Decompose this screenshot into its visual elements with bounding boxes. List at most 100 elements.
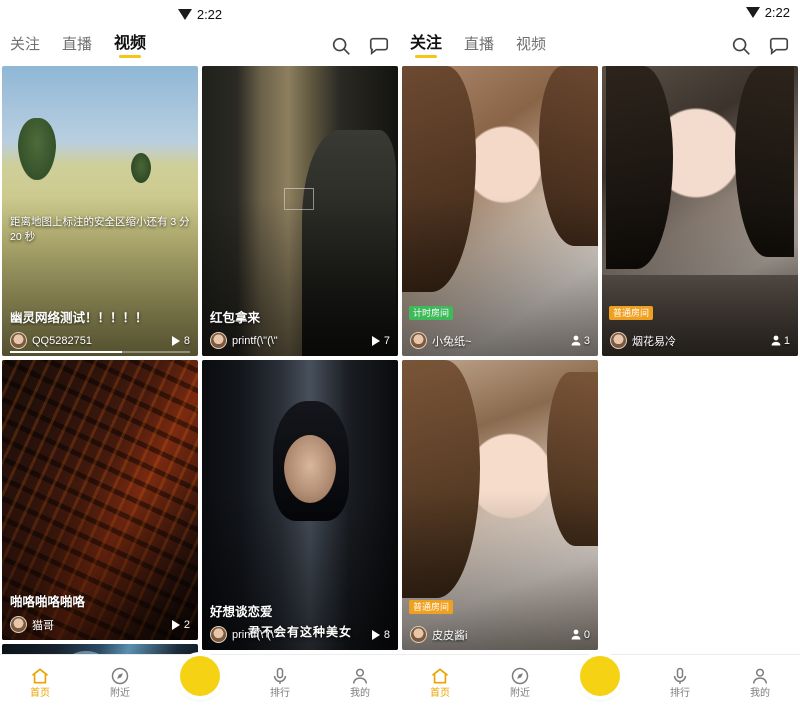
viewer-count-value: 3: [583, 334, 590, 347]
tab-follow-left[interactable]: 关注: [10, 37, 40, 58]
bottom-item-home[interactable]: 首页: [400, 666, 480, 699]
avatar: [410, 626, 427, 643]
card-subtitle: 距离地图上标注的安全区缩小还有 3 分 20 秒: [10, 216, 190, 243]
card-title: 好想谈恋爱: [210, 605, 273, 619]
avatar: [210, 626, 227, 643]
right-phone-screen: 2:22 关注 直播 视频 计时房间 小兔纸~ 3 普通房间 皮皮酱i 0 普通…: [400, 0, 800, 710]
left-phone-screen: 2:22 关注 直播 视频 距离地图上标注的安全区缩小还有 3 分 20 秒 幽…: [0, 0, 400, 710]
viewer-count-value: 1: [783, 334, 790, 347]
bottom-nav-right[interactable]: 首页 附近 排行 我的: [400, 654, 800, 710]
user-name: printf(\"(\": [232, 334, 278, 347]
video-feed-left[interactable]: 距离地图上标注的安全区缩小还有 3 分 20 秒 幽灵网络测试！！！！！ QQ5…: [0, 66, 400, 710]
user-name: 烟花易冷: [632, 335, 676, 348]
bottom-item-label: 我的: [350, 688, 370, 699]
user-name: 皮皮酱i: [432, 629, 468, 642]
viewer-icon: [571, 335, 581, 346]
live-feed-right[interactable]: 计时房间 小兔纸~ 3 普通房间 皮皮酱i 0 普通房间 烟花易冷 1: [400, 66, 800, 710]
card-user[interactable]: 小兔纸~: [410, 332, 471, 349]
bottom-item-rank[interactable]: 排行: [640, 666, 720, 699]
video-card-drama[interactable]: 好想谈恋爱 君不会有这种美女 printf(\"(\" 8: [202, 360, 398, 650]
tab-live-right[interactable]: 直播: [464, 37, 494, 58]
message-icon[interactable]: [368, 35, 390, 57]
triangle-down-icon: [177, 8, 192, 20]
card-footer: QQ5282751 8: [10, 332, 190, 349]
feed-grid-right: 计时房间 小兔纸~ 3 普通房间 皮皮酱i 0 普通房间 烟花易冷 1: [400, 66, 800, 650]
card-user[interactable]: printf(\"(\": [210, 332, 278, 349]
play-count-value: 7: [383, 334, 390, 347]
user-name: QQ5282751: [32, 334, 92, 347]
live-card-pipijiang[interactable]: 普通房间 皮皮酱i 0: [402, 360, 598, 650]
feed-column-1: 计时房间 小兔纸~ 3 普通房间 皮皮酱i 0: [402, 66, 598, 650]
play-count: 7: [371, 335, 390, 347]
bottom-item-nearby[interactable]: 附近: [480, 666, 560, 699]
top-nav-right: 关注 直播 视频: [400, 28, 800, 66]
play-count: 8: [371, 629, 390, 641]
microphone-icon: [673, 667, 687, 684]
viewer-icon: [771, 335, 781, 346]
card-title: 红包拿来: [210, 311, 261, 325]
home-icon: [31, 668, 49, 684]
card-user[interactable]: QQ5282751: [10, 332, 92, 349]
bottom-item-label: 我的: [750, 688, 770, 699]
play-icon: [171, 335, 180, 346]
search-icon[interactable]: [730, 35, 752, 57]
nav-actions-right: [730, 35, 790, 57]
person-icon: [753, 668, 767, 684]
tab-video-right[interactable]: 视频: [516, 37, 546, 58]
status-bar-left: 2:22: [0, 0, 400, 28]
play-count: 8: [171, 335, 190, 347]
video-card-door[interactable]: 红包拿来 printf(\"(\" 7: [202, 66, 398, 356]
user-name: printf(\"(\": [232, 628, 278, 641]
viewer-count-value: 0: [583, 628, 590, 641]
bottom-item-mine[interactable]: 我的: [320, 666, 400, 699]
live-card-yanhuayileng[interactable]: 普通房间 烟花易冷 1: [602, 66, 798, 356]
avatar: [610, 332, 627, 349]
tab-live-left[interactable]: 直播: [62, 37, 92, 58]
search-icon[interactable]: [330, 35, 352, 57]
nav-tabs-right: 关注 直播 视频: [410, 36, 546, 58]
bottom-item-rank[interactable]: 排行: [240, 666, 320, 699]
tab-video-left[interactable]: 视频: [114, 36, 146, 58]
status-right-group: 2:22: [745, 5, 790, 20]
bottom-item-record[interactable]: [560, 655, 640, 696]
bottom-item-nearby[interactable]: 附近: [80, 666, 160, 699]
card-title: 幽灵网络测试！！！！！: [10, 311, 148, 325]
card-user[interactable]: printf(\"(\": [210, 626, 278, 643]
video-card-keyboard[interactable]: 啪咯啪咯啪咯 猫哥 2: [2, 360, 198, 640]
viewer-count: 0: [571, 629, 590, 641]
compass-icon: [511, 667, 529, 685]
play-count-value: 8: [183, 334, 190, 347]
viewer-icon: [571, 629, 581, 640]
user-name: 猫哥: [32, 619, 54, 632]
card-footer: printf(\"(\" 8: [210, 626, 390, 643]
room-type-badge: 普通房间: [609, 306, 654, 320]
bottom-item-mine[interactable]: 我的: [720, 666, 800, 699]
card-user[interactable]: 烟花易冷: [610, 332, 676, 349]
play-count: 2: [171, 619, 190, 631]
progress-bar[interactable]: [10, 351, 190, 353]
record-button[interactable]: [180, 655, 220, 696]
bottom-item-home[interactable]: 首页: [0, 666, 80, 699]
feed-column-1: 距离地图上标注的安全区缩小还有 3 分 20 秒 幽灵网络测试！！！！！ QQ5…: [2, 66, 198, 710]
card-user[interactable]: 猫哥: [10, 616, 54, 633]
card-user[interactable]: 皮皮酱i: [410, 626, 467, 643]
video-card-pubg[interactable]: 距离地图上标注的安全区缩小还有 3 分 20 秒 幽灵网络测试！！！！！ QQ5…: [2, 66, 198, 356]
bottom-nav-left[interactable]: 首页 附近 排行 我的: [0, 654, 400, 710]
record-button[interactable]: [580, 655, 620, 696]
card-title: 啪咯啪咯啪咯: [10, 595, 86, 609]
person-icon: [353, 668, 367, 684]
user-name: 小兔纸~: [432, 335, 472, 348]
message-icon[interactable]: [768, 35, 790, 57]
status-time-left: 2:22: [196, 6, 223, 22]
viewer-count: 3: [571, 335, 590, 347]
bottom-item-label: 首页: [430, 688, 450, 699]
bottom-item-record[interactable]: [160, 655, 240, 696]
feed-column-2: 红包拿来 printf(\"(\" 7 好想谈恋爱 君不会有这种美女 print…: [202, 66, 398, 710]
bottom-item-label: 排行: [270, 688, 290, 699]
home-icon: [431, 668, 449, 684]
live-card-xiaotuzhi[interactable]: 计时房间 小兔纸~ 3: [402, 66, 598, 356]
card-footer: 小兔纸~ 3: [410, 332, 590, 349]
compass-icon: [111, 667, 129, 685]
play-count-value: 2: [183, 618, 190, 631]
tab-follow-right[interactable]: 关注: [410, 36, 442, 58]
